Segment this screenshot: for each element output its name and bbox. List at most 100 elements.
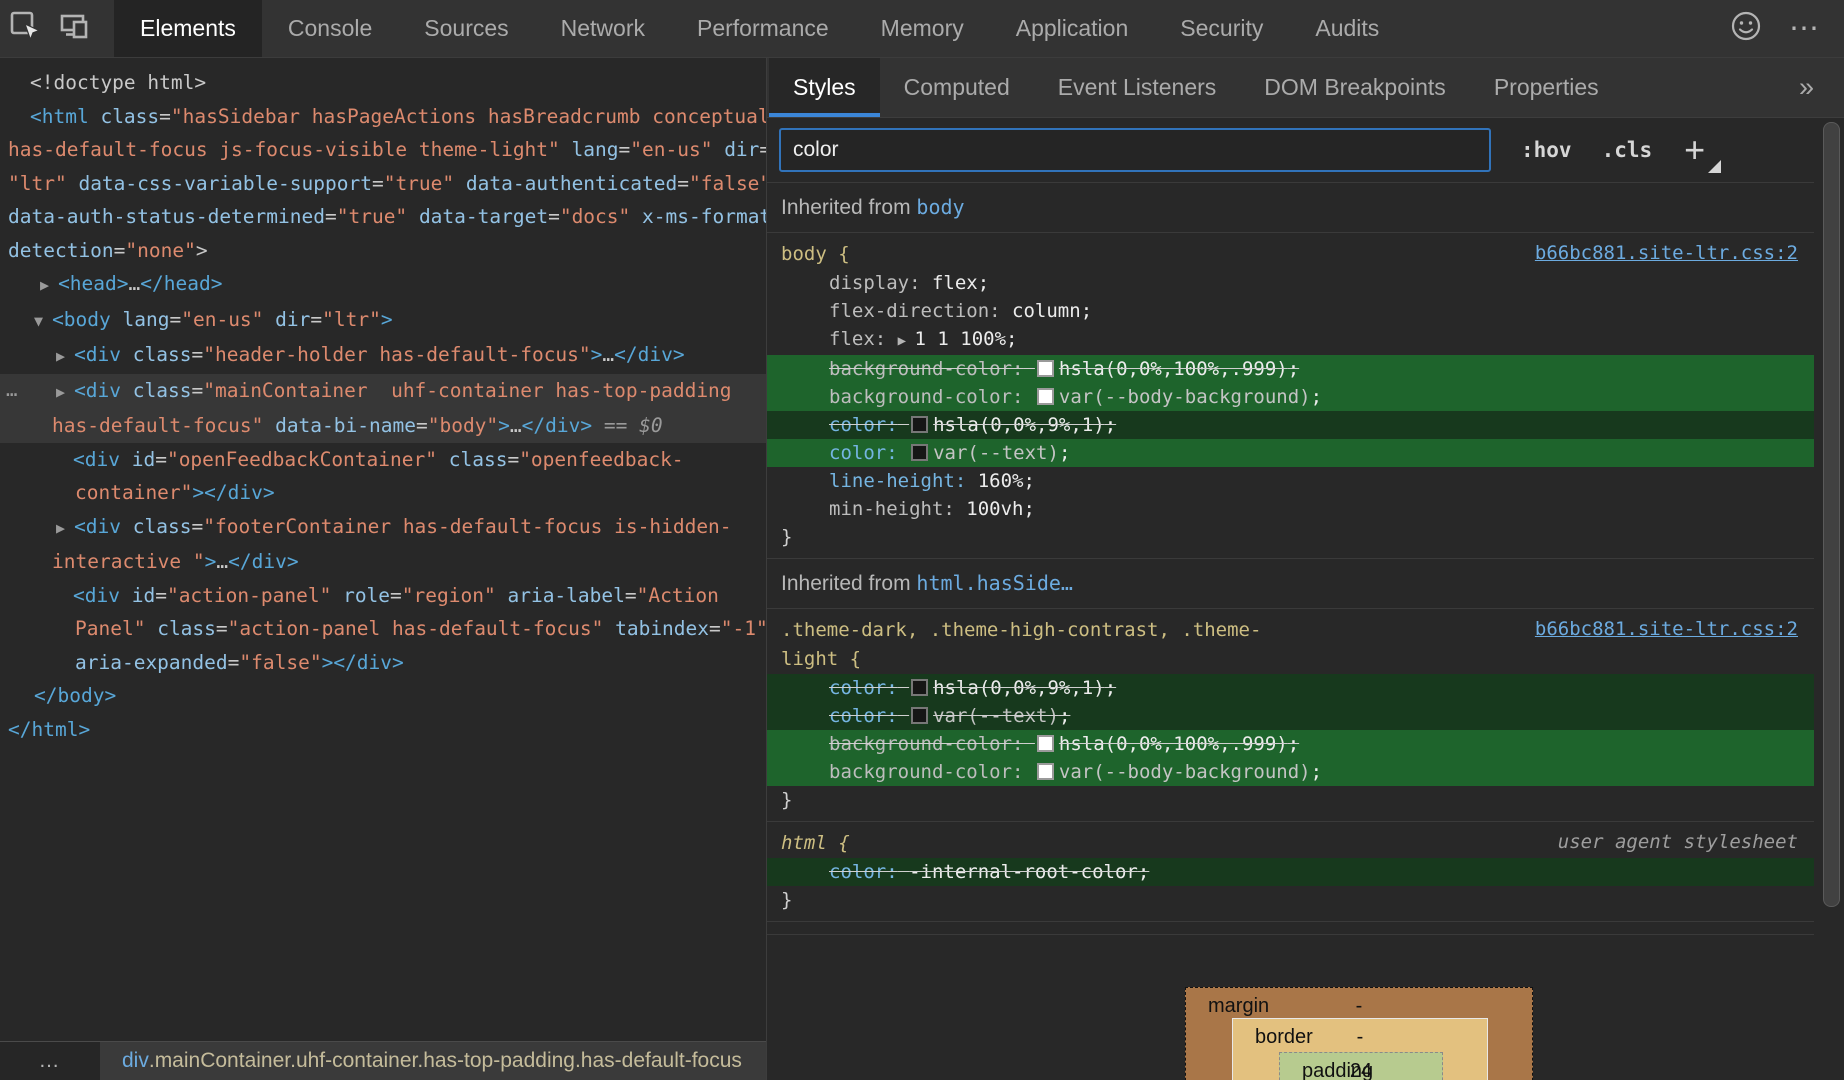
toolbar-tab-audits[interactable]: Audits <box>1289 0 1405 57</box>
tabs-overflow-chevron-icon[interactable]: » <box>1799 72 1814 103</box>
dom-node-line[interactable]: has-default-focus" data-bi-name="body">…… <box>0 409 766 443</box>
dom-node-line[interactable]: container"></div> <box>0 476 766 510</box>
toolbar-tab-security[interactable]: Security <box>1154 0 1289 57</box>
expand-shorthand-icon[interactable]: ▶ <box>898 333 915 349</box>
tab-event-listeners[interactable]: Event Listeners <box>1034 58 1241 117</box>
dom-node-line[interactable]: <!doctype html> <box>0 66 766 100</box>
color-swatch[interactable] <box>911 416 928 433</box>
dom-node-line[interactable]: has-default-focus js-focus-visible theme… <box>0 133 766 167</box>
main-toolbar: ElementsConsoleSourcesNetworkPerformance… <box>0 0 1844 58</box>
box-model-border[interactable]: border - padding 24 <box>1232 1018 1488 1080</box>
margin-top-value[interactable]: - <box>1186 995 1532 1018</box>
style-filter-input[interactable] <box>779 128 1491 172</box>
tab-dom-breakpoints[interactable]: DOM Breakpoints <box>1240 58 1470 117</box>
toolbar-tab-performance[interactable]: Performance <box>671 0 855 57</box>
css-property-row[interactable]: color: hsla(0,0%,9%,1); <box>767 674 1814 702</box>
css-property-row[interactable]: background-color: hsla(0,0%,100%,.999); <box>767 355 1814 383</box>
dom-text <box>263 414 275 437</box>
inherited-node-link[interactable]: body <box>916 195 964 219</box>
color-swatch[interactable] <box>1037 735 1054 752</box>
devtools-window: ElementsConsoleSourcesNetworkPerformance… <box>0 0 1844 1080</box>
toolbar-tab-application[interactable]: Application <box>990 0 1155 57</box>
dom-node-line[interactable]: ▶ <div class="header-holder has-default-… <box>0 338 766 374</box>
dom-node-line[interactable]: ▶ <head>…</head> <box>0 267 766 303</box>
color-swatch[interactable] <box>1037 360 1054 377</box>
color-swatch[interactable] <box>911 707 928 724</box>
css-semicolon: ; <box>1105 677 1116 699</box>
box-model-padding[interactable]: padding 24 <box>1279 1052 1443 1080</box>
toolbar-tab-elements[interactable]: Elements <box>114 0 262 57</box>
css-property-row[interactable]: background-color: hsla(0,0%,100%,.999); <box>767 730 1814 758</box>
device-toolbar-button[interactable] <box>50 0 100 57</box>
dom-node-line[interactable]: </html> <box>0 713 766 747</box>
color-swatch[interactable] <box>911 444 928 461</box>
node-overflow-dots[interactable]: … <box>6 374 19 408</box>
dom-attribute-name: data-css-variable-support <box>78 172 372 195</box>
stylesheet-source-link[interactable]: b66bc881.site-ltr.css:2 <box>1535 618 1798 640</box>
tab-properties[interactable]: Properties <box>1470 58 1623 117</box>
toolbar-tab-memory[interactable]: Memory <box>855 0 990 57</box>
dom-node-line[interactable]: interactive ">…</div> <box>0 545 766 579</box>
toolbar-tab-console[interactable]: Console <box>262 0 398 57</box>
dom-selected-marker: == $0 <box>592 414 662 437</box>
css-property-row[interactable]: display: flex; <box>767 269 1814 297</box>
dom-node-line[interactable]: …▶ <div class="mainContainer uhf-contain… <box>0 374 766 410</box>
expand-arrow-icon[interactable]: ▼ <box>34 312 52 330</box>
more-options-icon[interactable]: ⋯ <box>1789 14 1822 44</box>
expand-arrow-icon[interactable]: ▶ <box>56 347 74 365</box>
dom-node-line[interactable]: data-auth-status-determined="true" data-… <box>0 200 766 234</box>
css-property-row[interactable]: min-height: 100vh; <box>767 495 1814 523</box>
border-top-value[interactable]: - <box>1233 1026 1487 1049</box>
css-property-row[interactable]: color: -internal-root-color; <box>767 858 1814 886</box>
css-selector[interactable]: light { <box>767 645 1814 674</box>
expand-arrow-icon[interactable]: ▶ <box>40 276 58 294</box>
toolbar-tab-sources[interactable]: Sources <box>398 0 534 57</box>
css-property-row[interactable]: flex-direction: column; <box>767 297 1814 325</box>
dom-node-line[interactable]: <html class="hasSidebar hasPageActions h… <box>0 100 766 134</box>
new-style-rule-button[interactable]: + <box>1684 135 1721 165</box>
dom-text: = <box>216 617 228 640</box>
color-swatch[interactable] <box>1037 763 1054 780</box>
css-property-row[interactable]: color: var(--text); <box>767 702 1814 730</box>
dom-node-line[interactable]: "ltr" data-css-variable-support="true" d… <box>0 167 766 201</box>
dom-node-line[interactable]: detection="none"> <box>0 234 766 268</box>
dom-node-line[interactable]: Panel" class="action-panel has-default-f… <box>0 612 766 646</box>
padding-top-value[interactable]: 24 <box>1280 1060 1442 1080</box>
dom-node-line[interactable]: aria-expanded="false"></div> <box>0 646 766 680</box>
tab-computed[interactable]: Computed <box>880 58 1034 117</box>
breadcrumb-selected-node[interactable]: div.mainContainer.uhf-container.has-top-… <box>100 1042 766 1080</box>
expand-arrow-icon[interactable]: ▶ <box>56 519 74 537</box>
dom-text: … <box>602 343 614 366</box>
dom-node-line[interactable]: ▼ <body lang="en-us" dir="ltr"> <box>0 303 766 339</box>
dom-node-line[interactable]: <div id="openFeedbackContainer" class="o… <box>0 443 766 477</box>
feedback-smiley-icon[interactable] <box>1729 9 1763 48</box>
toolbar-tab-network[interactable]: Network <box>535 0 671 57</box>
dom-text: = <box>228 651 240 674</box>
css-property-row[interactable]: flex: ▶ 1 1 100%; <box>767 325 1814 355</box>
toggle-hover-state-button[interactable]: :hov <box>1521 138 1572 162</box>
css-property-row[interactable]: color: var(--text); <box>767 439 1814 467</box>
css-property-row[interactable]: color: hsla(0,0%,9%,1); <box>767 411 1814 439</box>
dom-attribute-name: class <box>133 379 192 402</box>
box-model-margin[interactable]: margin - border - padding 24 <box>1185 987 1533 1080</box>
toggle-classes-button[interactable]: .cls <box>1602 138 1653 162</box>
dom-node-line[interactable]: ▶ <div class="footerContainer has-defaul… <box>0 510 766 546</box>
breadcrumb-overflow-button[interactable]: … <box>0 1042 100 1080</box>
tab-styles[interactable]: Styles <box>769 58 880 117</box>
dom-node-line[interactable]: </body> <box>0 679 766 713</box>
css-semicolon: ; <box>1138 861 1149 883</box>
css-property-row[interactable]: background-color: var(--body-background)… <box>767 383 1814 411</box>
css-property-row[interactable]: line-height: 160%; <box>767 467 1814 495</box>
expand-arrow-icon[interactable]: ▶ <box>56 383 74 401</box>
panel-tabs: ElementsConsoleSourcesNetworkPerformance… <box>114 0 1405 57</box>
color-swatch[interactable] <box>911 679 928 696</box>
inspect-element-button[interactable] <box>0 0 50 57</box>
color-swatch[interactable] <box>1037 388 1054 405</box>
css-property-row[interactable]: background-color: var(--body-background)… <box>767 758 1814 786</box>
css-semicolon: ; <box>1105 414 1116 436</box>
stylesheet-source-link[interactable]: b66bc881.site-ltr.css:2 <box>1535 242 1798 264</box>
dom-node-line[interactable]: <div id="action-panel" role="region" ari… <box>0 579 766 613</box>
inherited-node-link[interactable]: html.hasSide… <box>916 571 1073 595</box>
css-semicolon: ; <box>1024 498 1035 520</box>
styles-scrollbar-thumb[interactable] <box>1823 122 1840 907</box>
